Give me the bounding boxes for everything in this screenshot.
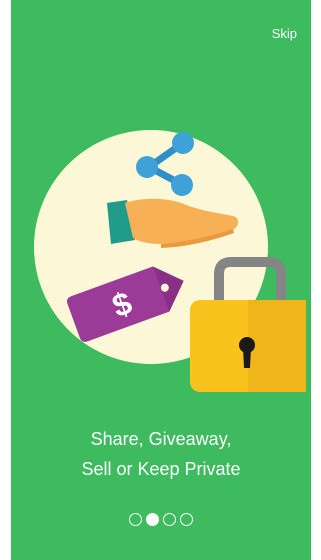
page-indicator (11, 513, 311, 531)
onboarding-caption-line2: Sell or Keep Private (81, 459, 241, 479)
page-dot-2[interactable] (146, 513, 159, 526)
onboarding-caption-line1: Share, Giveaway, (90, 429, 232, 449)
page-dot-4[interactable] (180, 513, 193, 526)
onboarding-screen: Skip $ Share, Giveaway, Sell or Keep Pri… (11, 0, 311, 560)
page-dot-3[interactable] (163, 513, 176, 526)
page-dot-1[interactable] (129, 513, 142, 526)
onboarding-illustration: $ (34, 130, 306, 392)
